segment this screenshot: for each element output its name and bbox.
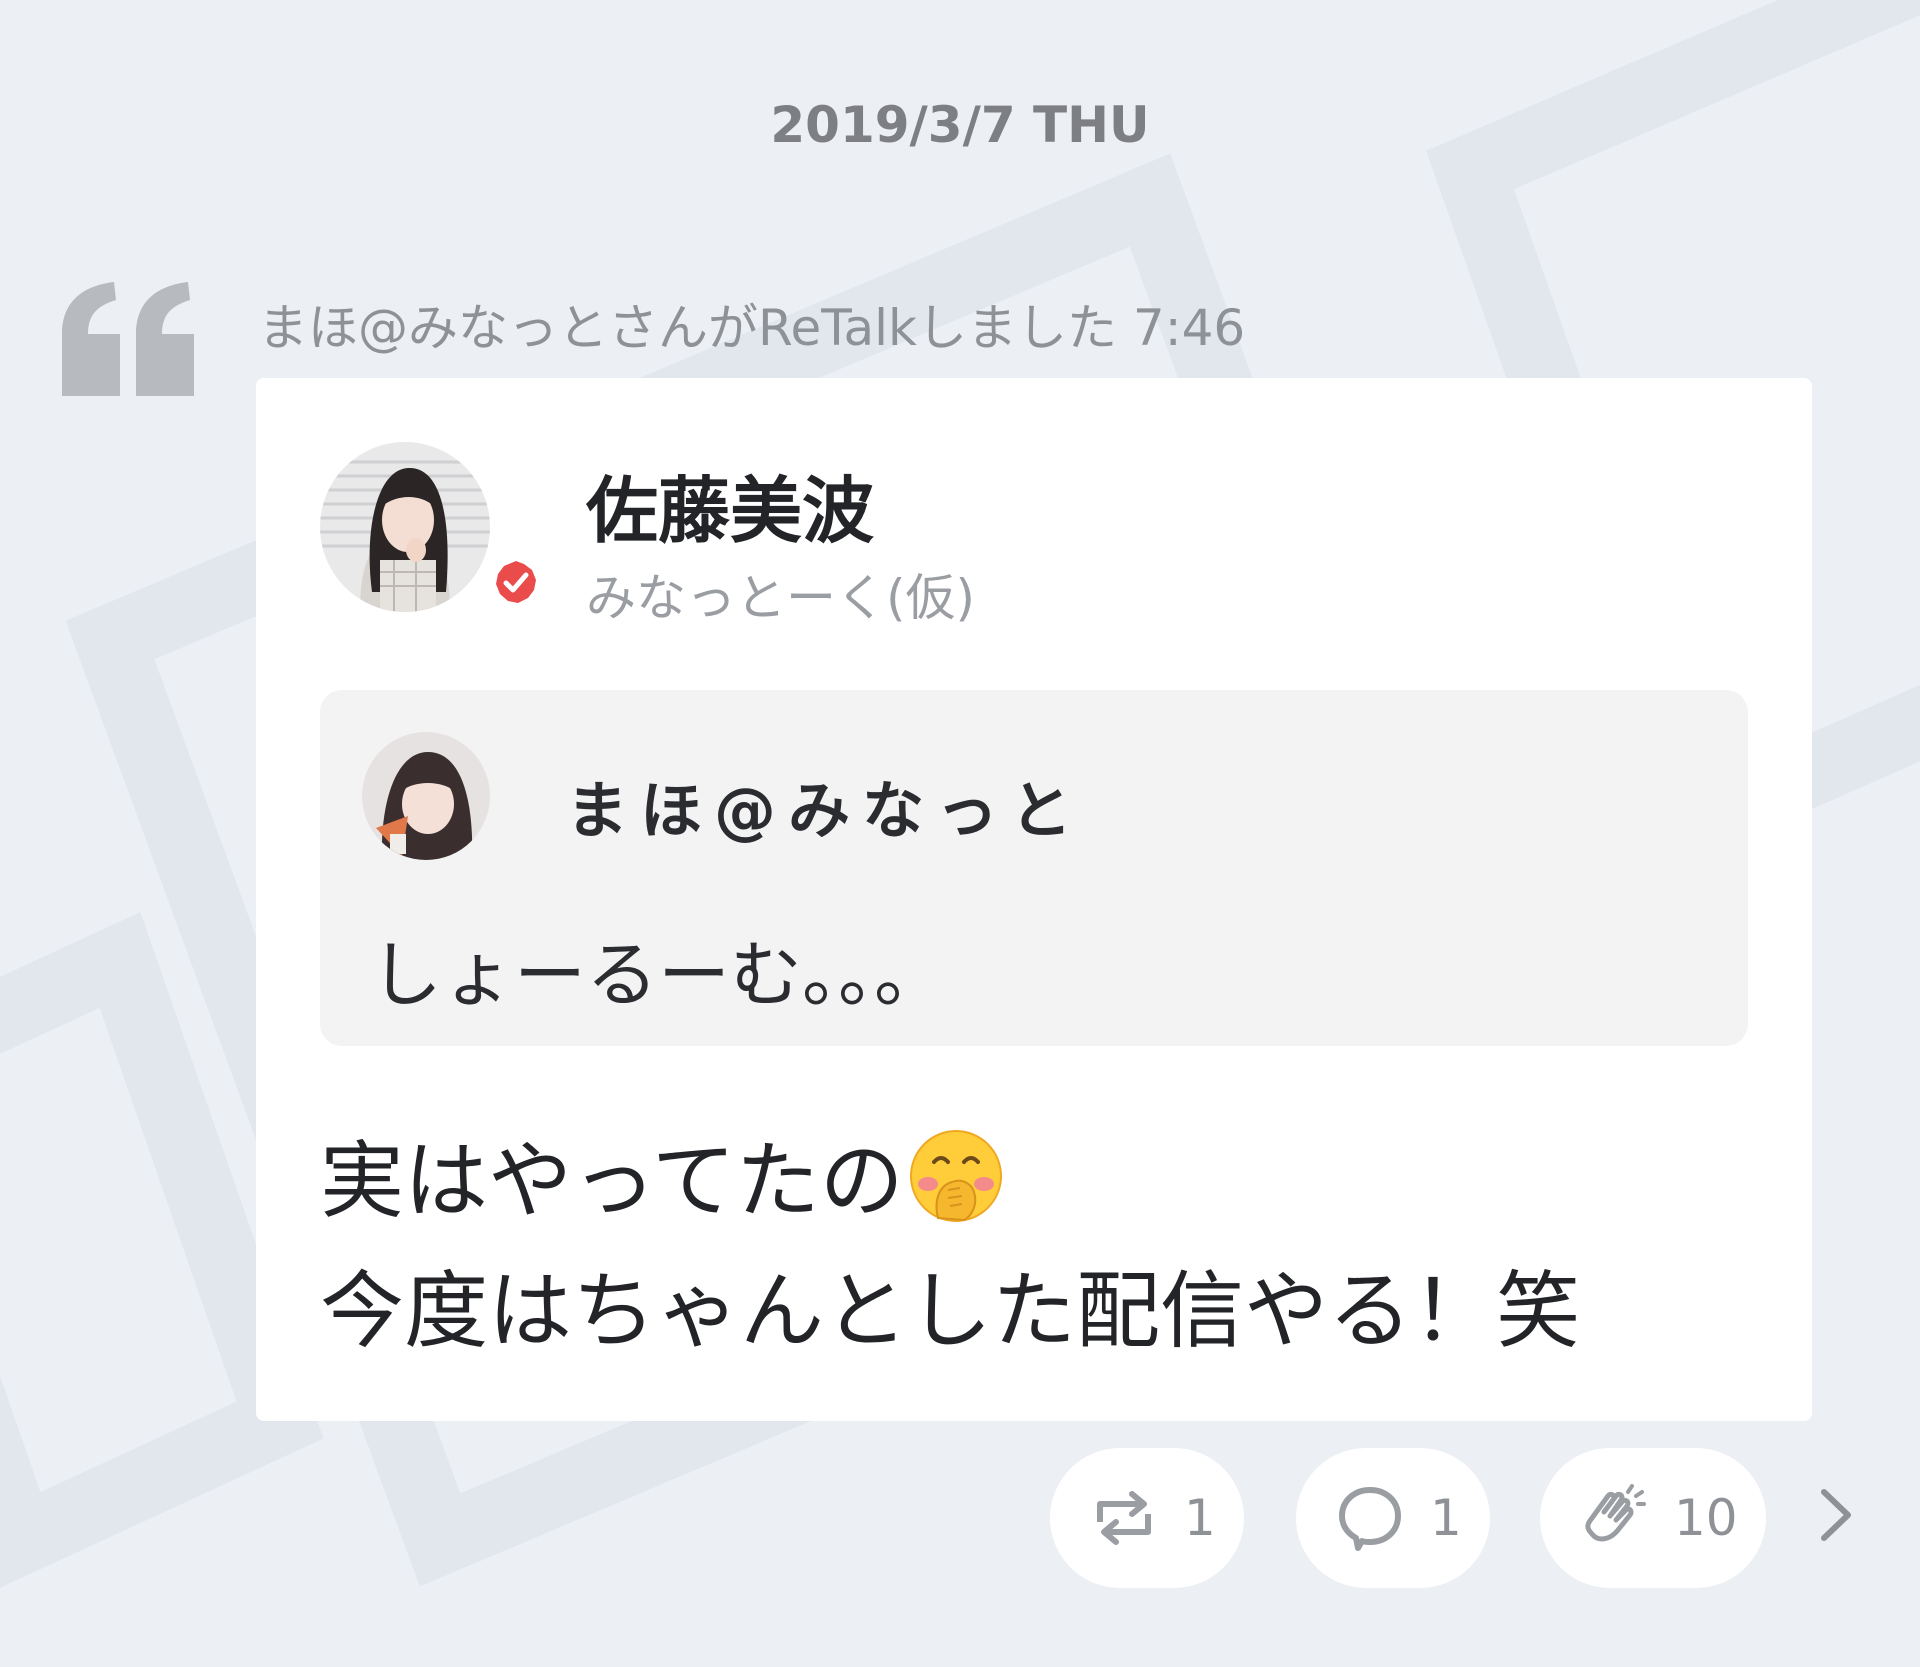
verified-badge-icon: [496, 561, 536, 603]
comment-count: 1: [1430, 1489, 1462, 1547]
clap-button[interactable]: 10: [1540, 1448, 1766, 1588]
quoted-text: しょーるーむ。。。: [370, 933, 947, 1017]
clap-count: 10: [1674, 1489, 1738, 1547]
date-header: 2019/3/7 THU: [770, 96, 1150, 154]
quoted-author-avatar[interactable]: [362, 732, 490, 860]
retalk-count: 1: [1184, 1489, 1216, 1547]
retalk-time: 7:46: [1132, 299, 1246, 357]
comment-icon: [1339, 1487, 1401, 1551]
quote-mark-icon: [62, 282, 194, 396]
retalk-text: まほ@みなっとさんがReTalkしました: [258, 299, 1118, 357]
post-card[interactable]: 佐藤美波 みなっとーく(仮) まほ@みなっと しょーるーむ。。。 実はやってたの: [256, 378, 1812, 1421]
comment-button[interactable]: 1: [1296, 1448, 1490, 1588]
community-name[interactable]: みなっとーく(仮): [586, 558, 975, 630]
quoted-author-name[interactable]: まほ@みなっと: [566, 760, 1084, 850]
retalk-notice: まほ@みなっとさんがReTalkしました 7:46: [258, 288, 1245, 360]
author-avatar[interactable]: [320, 442, 490, 612]
post-line-1-text: 実はやってたの: [320, 1132, 904, 1230]
face-with-hand-over-mouth-emoji-icon: [909, 1130, 1002, 1222]
chevron-right-icon[interactable]: [1812, 1486, 1860, 1544]
quoted-post[interactable]: まほ@みなっと しょーるーむ。。。: [320, 690, 1748, 1046]
retalk-icon: [1097, 1491, 1151, 1545]
post-line-2: 今度はちゃんとした配信やる！笑: [320, 1262, 1581, 1360]
author-name[interactable]: 佐藤美波: [586, 452, 874, 557]
clap-icon: [1585, 1484, 1646, 1542]
retalk-button[interactable]: 1: [1050, 1448, 1244, 1588]
post-body: 実はやってたの 今度はちゃんとした配信やる！笑: [320, 1116, 1580, 1376]
post-line-1: 実はやってたの: [320, 1116, 1580, 1246]
